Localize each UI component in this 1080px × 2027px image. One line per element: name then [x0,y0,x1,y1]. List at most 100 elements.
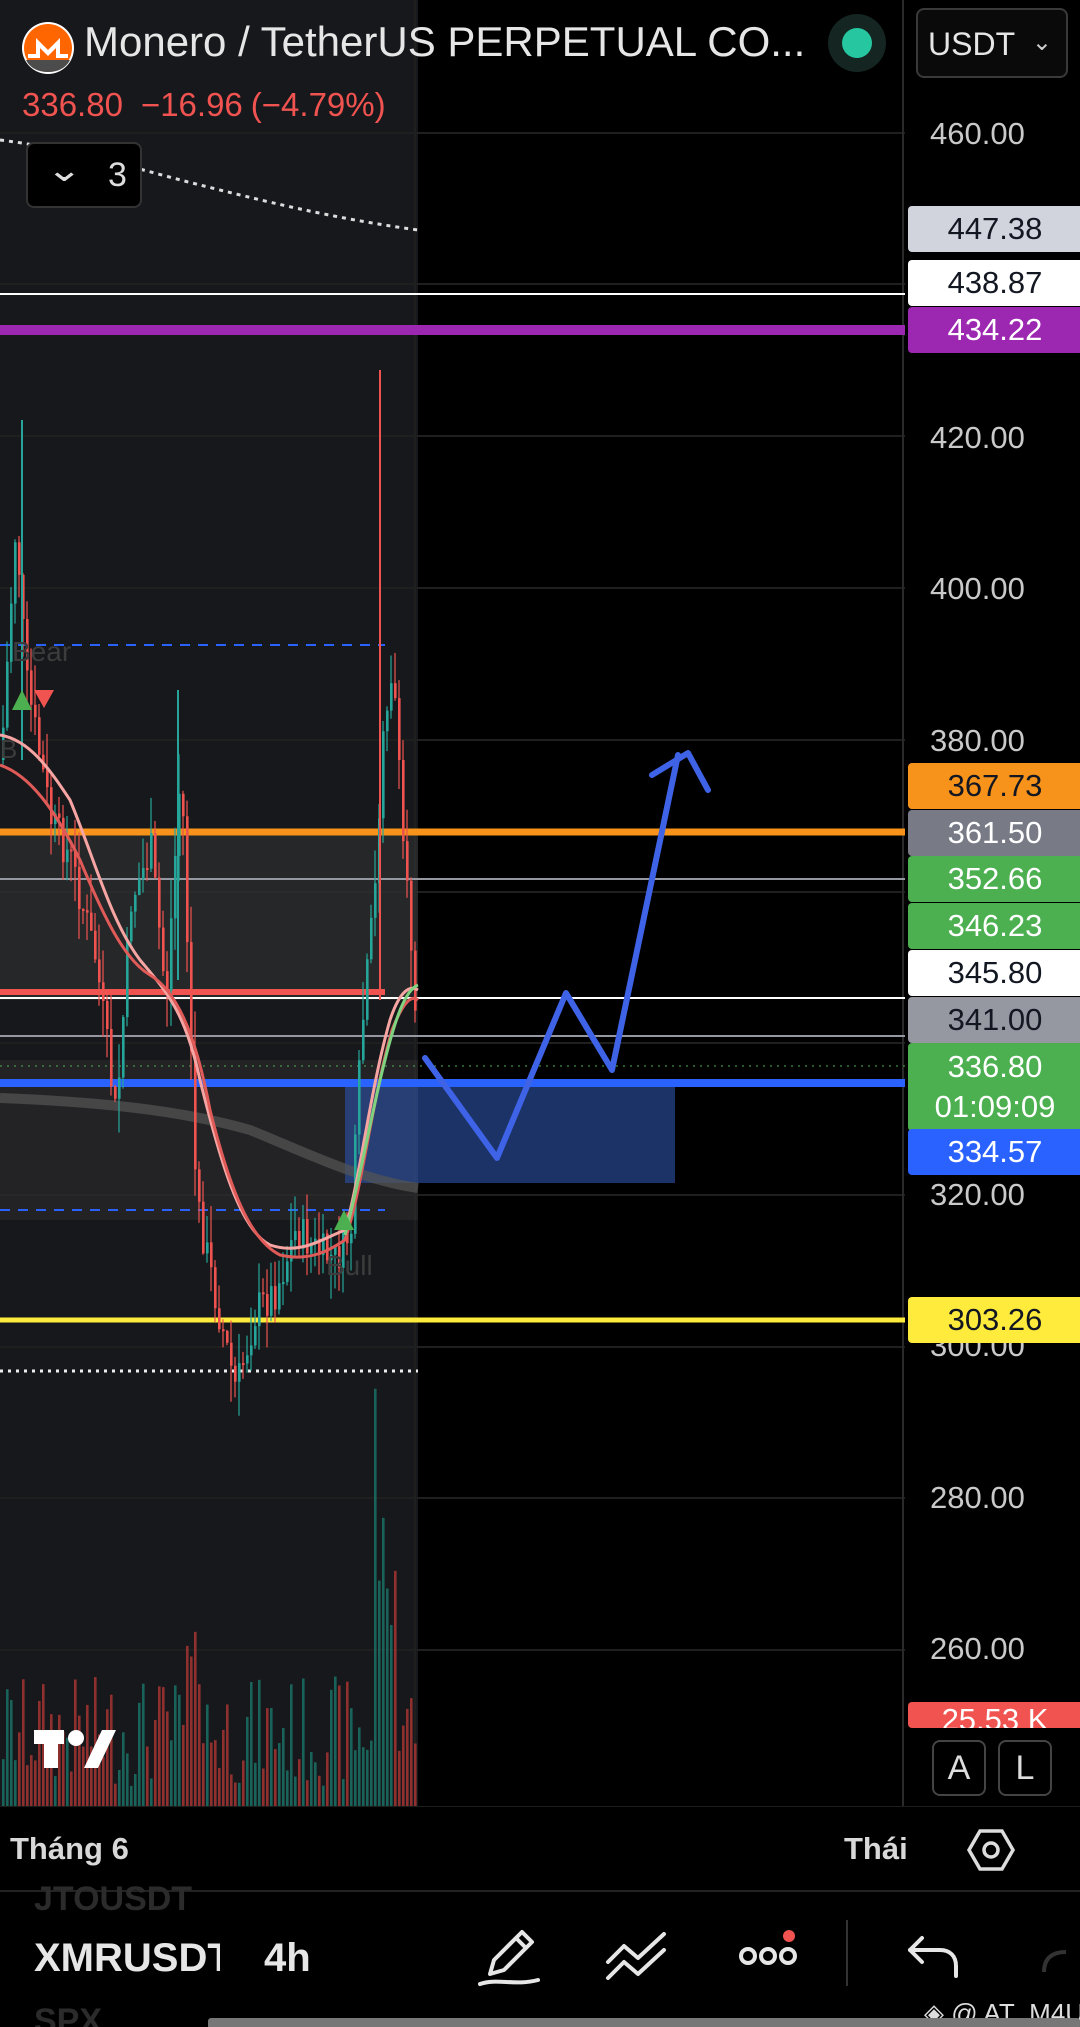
prev-symbol[interactable]: JTOUSDT [34,1880,192,1919]
volume-bar [370,1740,373,1806]
volume-bar [186,1645,189,1806]
axis-label: 380.00 [930,723,1025,758]
candle [90,912,93,931]
volume-bar [414,1743,417,1806]
candle [414,950,417,1011]
volume-bar [174,1685,177,1806]
volume-bar [130,1785,133,1806]
candle [294,1230,297,1241]
volume-bar [14,1760,17,1806]
bottom-toolbar: JTOUSDT SPX XMRUSDT 4h ◈ @ AT_M4U [0,1880,1080,2027]
volume-bar [126,1753,129,1806]
price-tag-value: 447.38 [947,211,1043,246]
currency-label: USDT [928,26,1016,62]
price-tag-value: 367.73 [947,768,1043,803]
candle [170,918,173,991]
trendline-icon[interactable] [602,1924,672,1990]
volume-bar [142,1683,145,1806]
monero-logo-icon [22,22,74,74]
volume-bar [278,1743,281,1806]
candle [186,816,189,943]
log-scale-button[interactable]: L [998,1740,1052,1796]
price-tag: 361.50 [908,810,1080,856]
candle [182,793,185,817]
indicators-toggle[interactable]: ⌄ 3 [26,142,142,208]
volume-bar [138,1702,141,1806]
candle [130,911,133,942]
price-summary: 336.80 −16.96 (−4.79%) [22,86,404,124]
symbol-selector[interactable]: XMRUSDT [34,1936,220,1981]
volume-bar [258,1679,261,1806]
candle [106,1001,109,1029]
volume-bar [242,1760,245,1806]
volume-bar [274,1749,277,1806]
volume-bar [178,1694,181,1806]
symbol-title[interactable]: Monero / TetherUS PERPETUAL CO... [84,18,805,66]
volume-bar [406,1708,409,1806]
price-tag: 346.23 [908,903,1080,949]
candle [202,1201,205,1254]
price-tag: 303.26 [908,1297,1080,1343]
volume-bar [230,1774,233,1806]
candle [394,683,397,699]
toolbar-divider [846,1920,848,1986]
volume-bar [398,1750,401,1806]
candle [158,877,161,928]
candle [242,1363,245,1366]
volume-bar [10,1700,13,1806]
price-tag: 341.00 [908,997,1080,1043]
volume-bar [330,1689,333,1806]
volume-bar [282,1728,285,1806]
volume-bar [166,1711,169,1806]
next-symbol[interactable]: SPX [34,2002,102,2027]
volume-bar [382,1517,385,1806]
candle [278,1283,281,1310]
horizontal-scrollbar[interactable] [208,2018,1080,2027]
volume-bar [134,1774,137,1806]
candle [226,1330,229,1343]
candle [358,1060,361,1135]
volume-bar [78,1715,81,1806]
settings-hexagon-icon[interactable] [966,1825,1016,1875]
candle [82,909,85,912]
market-status[interactable] [828,14,886,72]
candle [210,1242,213,1268]
interval-selector[interactable]: 4h [264,1936,311,1981]
candle [398,698,401,761]
volume-bar [298,1759,301,1806]
volume-bar [266,1708,269,1806]
volume-bar [350,1708,353,1806]
candle [370,917,373,960]
volume-bar [334,1676,337,1806]
price-change: −16.96 [140,86,243,123]
volume-bar [262,1768,265,1806]
candle [258,1292,261,1327]
volume-bar [170,1740,173,1806]
price-tag: 447.38 [908,206,1080,252]
volume-bar [218,1768,221,1806]
candle [362,1019,365,1061]
projection-arrowhead-icon [649,750,711,793]
chevron-down-icon: ⌄ [1031,29,1052,56]
volume-bar [338,1685,341,1806]
bear-label: Bear [12,636,72,667]
auto-scale-button[interactable]: A [932,1740,986,1796]
axis-label: 420.00 [930,420,1025,455]
volume-bar [54,1776,57,1806]
candle [150,833,153,869]
volume-bar [86,1704,89,1806]
volume-bar [246,1716,249,1806]
last-price-tag: 336.80 01:09:09 [908,1043,1080,1131]
volume-bar [318,1775,321,1806]
volume-bar [38,1700,41,1806]
volume-bar [358,1727,361,1806]
more-dots-icon[interactable] [736,1922,806,1982]
currency-select[interactable]: USDT ⌄ [916,8,1068,78]
candle [66,849,69,863]
redo-arrow-icon[interactable] [1040,1932,1080,1982]
price-tag-value: 341.00 [947,1002,1043,1037]
pencil-draw-icon[interactable] [476,1922,546,1992]
undo-arrow-icon[interactable] [900,1926,962,1986]
candle [86,910,89,913]
volume-bar [234,1782,237,1806]
